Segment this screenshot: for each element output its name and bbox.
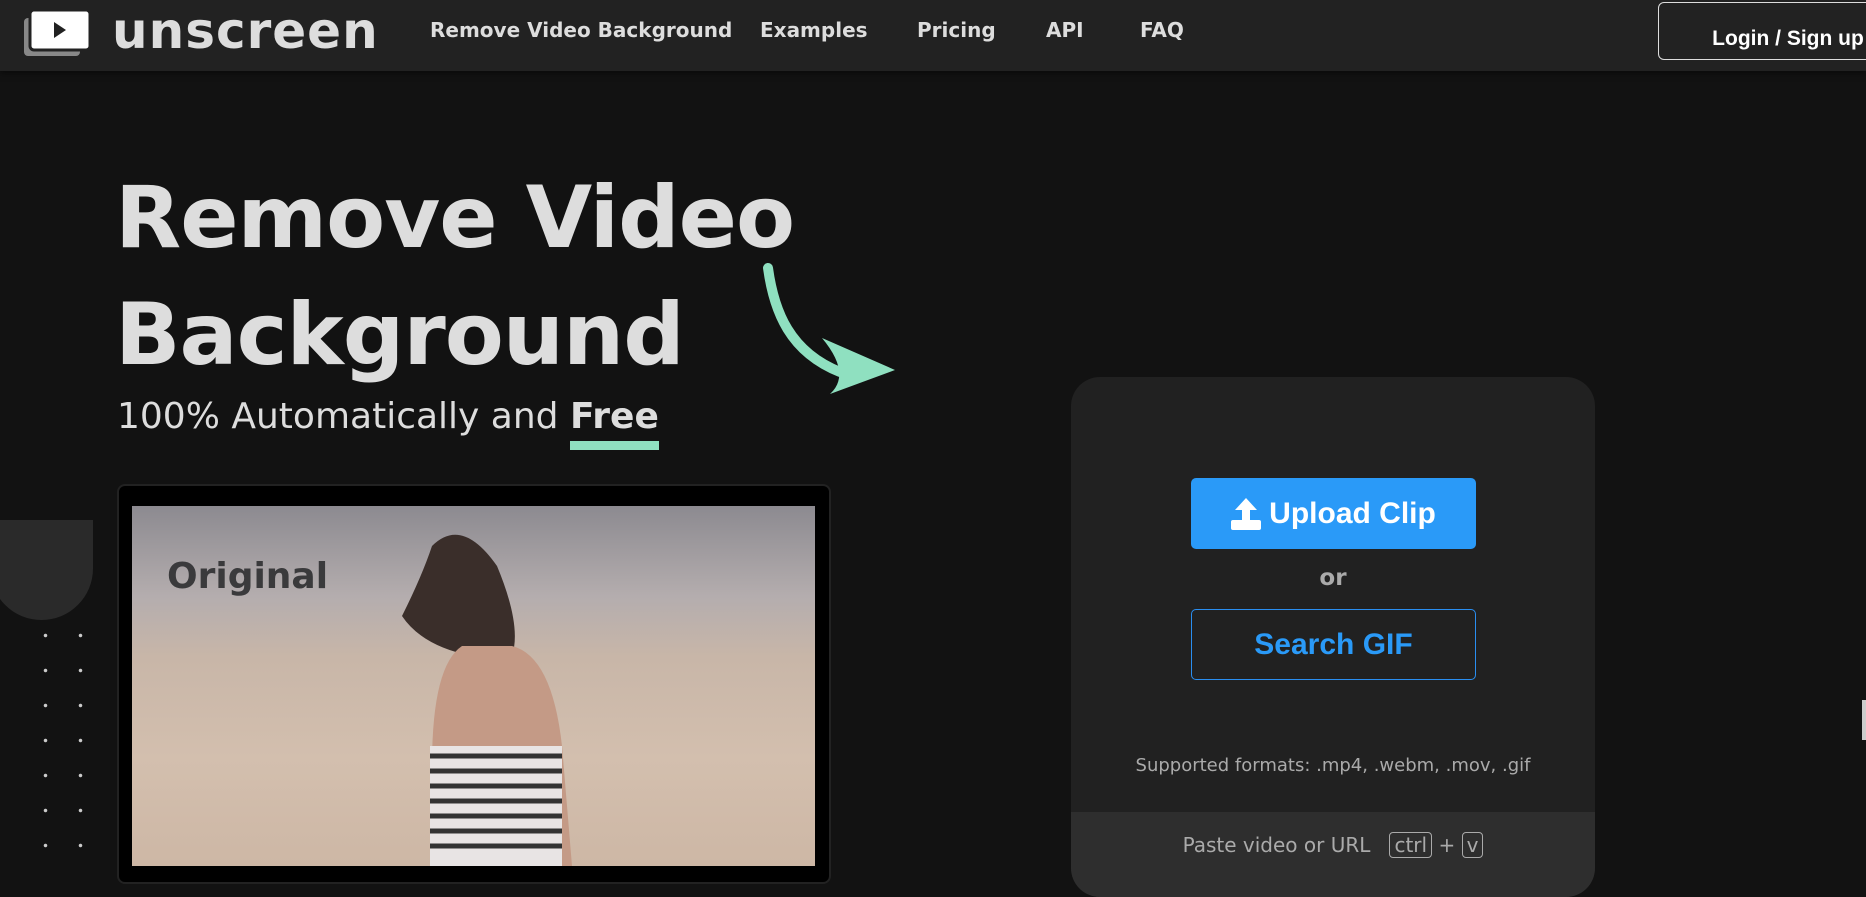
page-title: Remove Video Background bbox=[115, 160, 795, 394]
subtitle: 100% Automatically and Free bbox=[117, 396, 659, 437]
scrollbar[interactable] bbox=[1862, 700, 1866, 740]
nav-examples[interactable]: Examples bbox=[760, 18, 868, 42]
or-separator: or bbox=[1319, 565, 1347, 591]
upload-card: Upload Clip or Search GIF Supported form… bbox=[1071, 377, 1595, 897]
login-signup-button[interactable]: Login / Sign up bbox=[1658, 2, 1866, 60]
subtitle-highlight: Free bbox=[569, 396, 659, 437]
title-line-1: Remove Video bbox=[115, 168, 795, 268]
brand-name[interactable]: unscreen bbox=[112, 2, 379, 60]
nav-api[interactable]: API bbox=[1046, 18, 1084, 42]
decorative-circle bbox=[0, 520, 93, 620]
ctrl-key: ctrl bbox=[1389, 832, 1433, 858]
v-key: v bbox=[1461, 832, 1484, 858]
preview-video: Original bbox=[132, 506, 815, 866]
plus-sign: + bbox=[1438, 833, 1456, 857]
title-line-2: Background bbox=[115, 285, 685, 385]
supported-formats: Supported formats: .mp4, .webm, .mov, .g… bbox=[1135, 755, 1531, 776]
nav-faq[interactable]: FAQ bbox=[1140, 18, 1184, 42]
paste-area[interactable]: Paste video or URL ctrl + v bbox=[1071, 812, 1595, 897]
search-gif-button[interactable]: Search GIF bbox=[1191, 609, 1476, 680]
upload-clip-label: Upload Clip bbox=[1269, 496, 1436, 530]
upload-clip-button[interactable]: Upload Clip bbox=[1191, 478, 1476, 549]
preview-label: Original bbox=[167, 556, 329, 597]
nav-pricing[interactable]: Pricing bbox=[917, 18, 996, 42]
logo-icon[interactable] bbox=[24, 10, 94, 56]
upload-icon bbox=[1231, 497, 1262, 530]
nav-remove-video-background[interactable]: Remove Video Background bbox=[430, 18, 732, 42]
top-nav: unscreen Remove Video Background Example… bbox=[0, 0, 1866, 71]
decorative-dots bbox=[28, 618, 108, 858]
subtitle-text: 100% Automatically and bbox=[117, 396, 559, 437]
curved-arrow-icon bbox=[763, 263, 895, 394]
paste-label: Paste video or URL bbox=[1182, 833, 1371, 857]
